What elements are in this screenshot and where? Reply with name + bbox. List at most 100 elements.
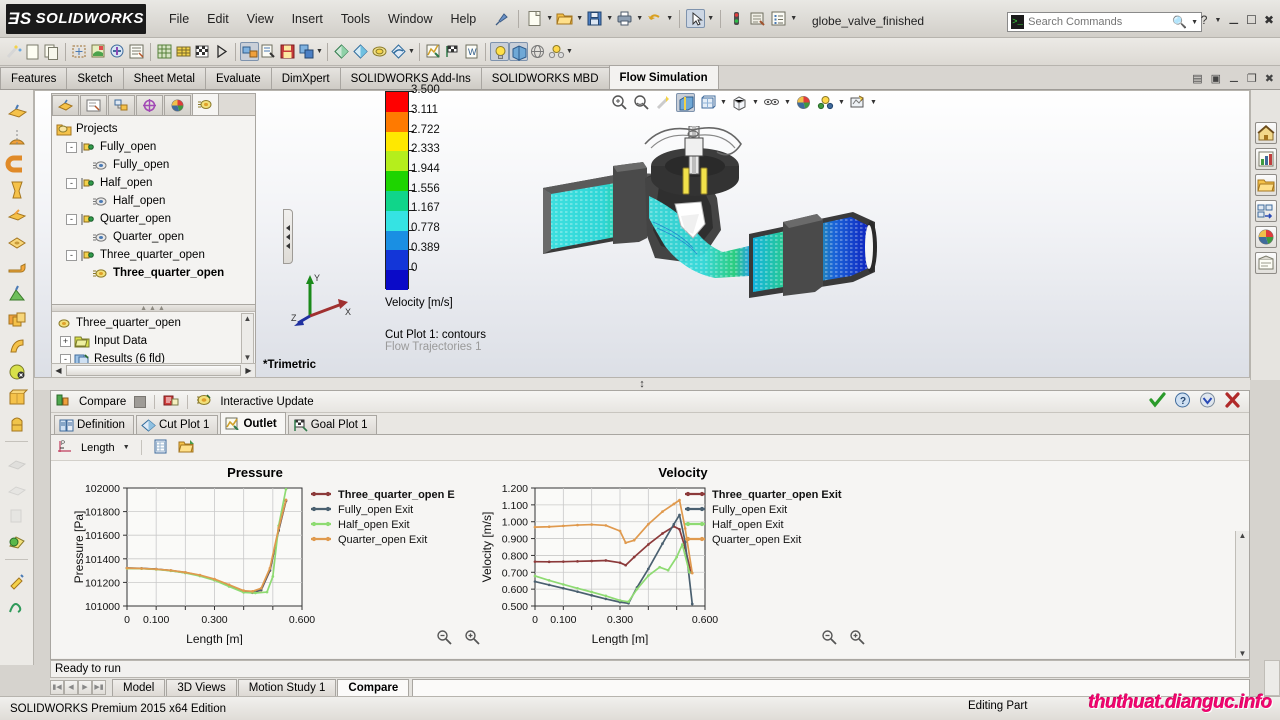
report-icon[interactable]: W <box>462 42 481 61</box>
tile-vertical-icon[interactable]: ▣ <box>1211 72 1221 85</box>
computational-domain-icon[interactable] <box>70 42 89 61</box>
tab-features[interactable]: Features <box>0 67 67 89</box>
expander-icon[interactable]: - <box>66 142 77 153</box>
dome-icon[interactable] <box>5 412 29 436</box>
display-style-icon[interactable] <box>730 93 749 112</box>
load-results-icon[interactable] <box>278 42 297 61</box>
zoom-to-area-icon[interactable] <box>632 93 651 112</box>
menu-file[interactable]: File <box>160 8 198 30</box>
chevron-down-icon[interactable]: ▼ <box>576 11 583 27</box>
collapse-icon[interactable] <box>1199 392 1216 411</box>
property-manager-tab[interactable] <box>80 95 107 115</box>
wrap-icon[interactable] <box>5 386 29 410</box>
zoom-in-icon[interactable] <box>464 629 480 648</box>
sketch-tools-icon[interactable] <box>5 570 29 594</box>
display-options-icon[interactable] <box>547 42 566 61</box>
tab-evaluate[interactable]: Evaluate <box>205 67 272 89</box>
goal-plot-icon[interactable] <box>443 42 462 61</box>
sensor-icon[interactable] <box>727 9 746 28</box>
lofted-boss-icon[interactable] <box>5 178 29 202</box>
feature-manager-tab[interactable] <box>52 95 79 115</box>
fillet-icon[interactable] <box>5 256 29 280</box>
save-results-icon[interactable] <box>297 42 316 61</box>
flow-simulation-tree[interactable]: Projects - Fully_open Fully_open - Half_… <box>51 115 256 305</box>
display-globe-icon[interactable] <box>528 42 547 61</box>
view-settings-icon[interactable] <box>848 93 867 112</box>
minimize-icon[interactable]: ⚊ <box>1228 13 1239 27</box>
ok-check-icon[interactable] <box>1149 392 1166 411</box>
doc-tab-compare[interactable]: Compare <box>337 679 409 696</box>
search-icon[interactable]: 🔍 <box>1172 15 1187 29</box>
view-palette-icon[interactable] <box>1255 200 1277 222</box>
goals-icon[interactable] <box>127 42 146 61</box>
close-icon[interactable]: ✖ <box>1264 13 1274 27</box>
tree-vertical-scrollbar[interactable]: ▲ ▼ <box>241 313 254 365</box>
chevron-down-icon[interactable]: ▼ <box>546 11 553 27</box>
expander-icon[interactable]: - <box>66 250 77 261</box>
isosurface-icon[interactable] <box>370 42 389 61</box>
tab-flow-simulation[interactable]: Flow Simulation <box>609 65 719 89</box>
custom-properties-icon[interactable] <box>1255 252 1277 274</box>
intersect-icon[interactable] <box>5 530 29 554</box>
scroll-up-icon[interactable]: ▲ <box>242 314 253 323</box>
spline-icon[interactable] <box>5 596 29 620</box>
tab-dimxpert[interactable]: DimXpert <box>271 67 341 89</box>
export-to-excel-icon[interactable] <box>163 393 179 410</box>
hole-wizard-icon[interactable] <box>5 230 29 254</box>
flow-simulation-tab[interactable] <box>192 93 219 115</box>
new-project-icon[interactable] <box>23 42 42 61</box>
tile-horizontal-icon[interactable]: ▤ <box>1192 72 1202 85</box>
tree-item-quarter-open-project[interactable]: - Quarter_open <box>54 210 253 228</box>
doc-tab-motion-study-1[interactable]: Motion Study 1 <box>238 679 337 696</box>
chevron-down-icon[interactable]: ▼ <box>566 44 573 60</box>
charts-vertical-scrollbar[interactable]: ▲ ▼ <box>1235 531 1249 658</box>
display-manager-tab[interactable] <box>164 95 191 115</box>
flow-trajectories-icon[interactable] <box>389 42 408 61</box>
section-view-icon[interactable] <box>676 93 695 112</box>
tree-item-half-open-project[interactable]: - Half_open <box>54 174 253 192</box>
scene-icon[interactable] <box>816 93 835 112</box>
chevron-down-icon[interactable]: ▼ <box>1214 12 1221 28</box>
tab-outlet[interactable]: Outlet <box>220 412 285 434</box>
chevron-down-icon[interactable]: ▼ <box>870 95 877 111</box>
chevron-down-icon[interactable]: ▼ <box>636 11 643 27</box>
tab-sheet-metal[interactable]: Sheet Metal <box>123 67 206 89</box>
cancel-icon[interactable] <box>1224 392 1241 411</box>
section-view-icon[interactable] <box>509 42 528 61</box>
chevron-down-icon[interactable]: ▼ <box>707 11 714 27</box>
mesh-icon[interactable] <box>155 42 174 61</box>
search-input[interactable] <box>1028 16 1168 28</box>
menu-window[interactable]: Window <box>379 8 441 30</box>
next-tab-icon[interactable]: ▶ <box>78 680 92 695</box>
surface-plot-icon[interactable] <box>351 42 370 61</box>
first-tab-icon[interactable]: ▮◀ <box>50 680 64 695</box>
expander-icon[interactable]: + <box>60 336 71 347</box>
chevron-down-icon[interactable]: ▼ <box>123 440 130 456</box>
print-icon[interactable] <box>615 9 634 28</box>
last-tab-icon[interactable]: ▶▮ <box>92 680 106 695</box>
lighting-icon[interactable] <box>490 42 509 61</box>
tree-item-three-quarter-open-config[interactable]: Three_quarter_open <box>54 264 253 282</box>
curves-icon[interactable] <box>5 478 29 502</box>
tab-goal-plot-1[interactable]: Goal Plot 1 <box>288 415 377 434</box>
wand-icon[interactable] <box>4 42 23 61</box>
run-icon[interactable] <box>212 42 231 61</box>
options-icon[interactable] <box>769 9 788 28</box>
compare-icon[interactable] <box>240 42 259 61</box>
rib-icon[interactable] <box>5 334 29 358</box>
clone-project-icon[interactable] <box>42 42 61 61</box>
abscissa-label[interactable]: Length <box>81 442 115 454</box>
zoom-to-fit-icon[interactable] <box>610 93 629 112</box>
initial-mesh-icon[interactable] <box>174 42 193 61</box>
subtree-item-three-quarter-open[interactable]: Three_quarter_open <box>52 314 255 332</box>
close-doc-icon[interactable]: ✖ <box>1265 72 1274 85</box>
menu-view[interactable]: View <box>238 8 283 30</box>
interactive-update-icon[interactable] <box>196 393 212 410</box>
measure-icon[interactable] <box>748 9 767 28</box>
draft-icon[interactable] <box>5 282 29 306</box>
zoom-in-icon[interactable] <box>849 629 865 648</box>
chevron-down-icon[interactable]: ▼ <box>784 95 791 111</box>
doc-tab-3d-views[interactable]: 3D Views <box>166 679 236 696</box>
swept-boss-icon[interactable] <box>5 152 29 176</box>
flow-simulation-sub-tree[interactable]: ▲▲▲ Three_quarter_open + Input Data - Re… <box>51 305 256 367</box>
